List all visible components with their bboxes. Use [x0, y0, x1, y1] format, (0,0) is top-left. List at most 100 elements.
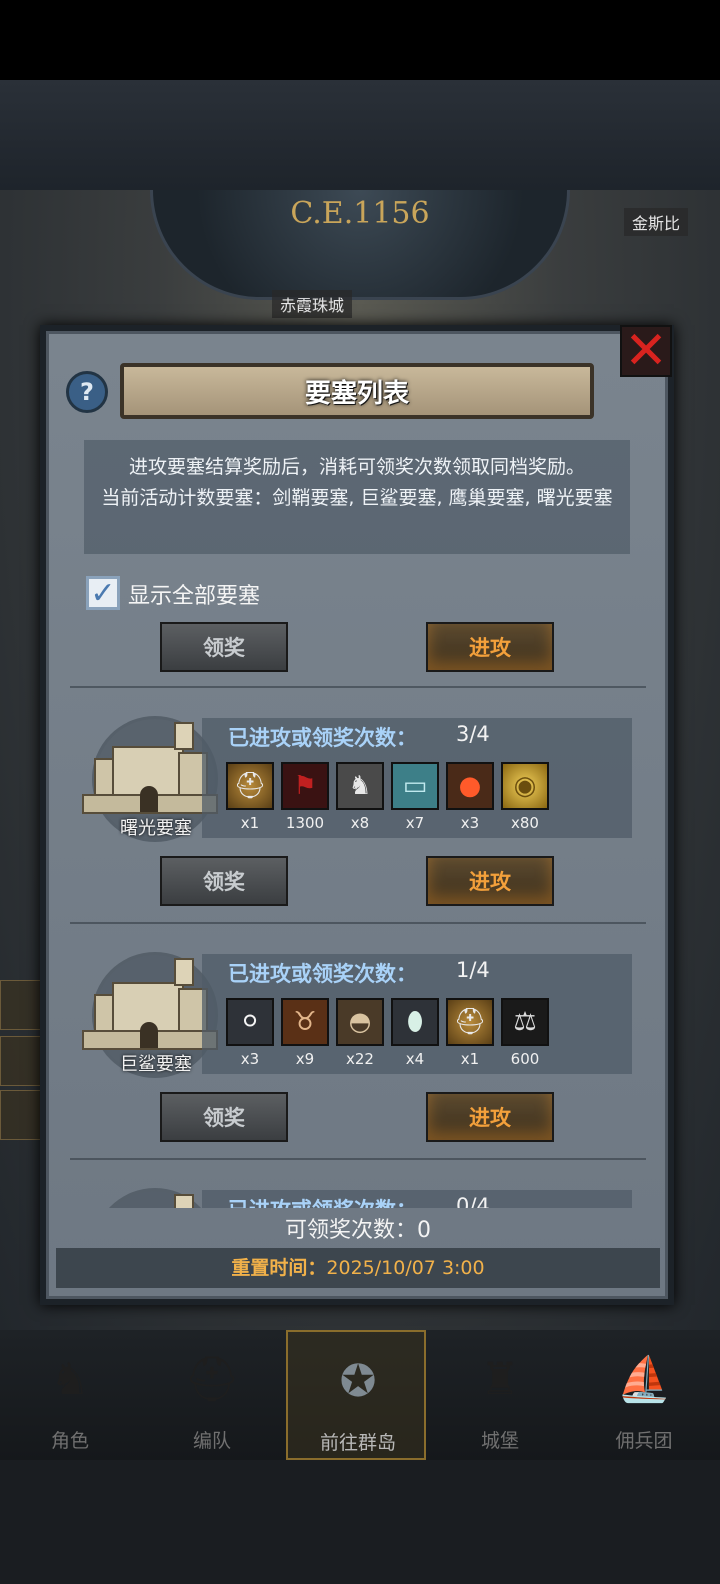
claim-button[interactable]: 领奖 [160, 622, 288, 672]
map-label-city[interactable]: 赤霞珠城 [272, 290, 353, 318]
gold-coin-icon: ◉ [501, 762, 549, 810]
reward-item[interactable]: ⛑ x1 [446, 998, 494, 1068]
side-tab[interactable] [0, 1090, 42, 1140]
reward-item[interactable]: ⬮ x4 [391, 998, 439, 1068]
show-all-checkbox[interactable]: ✓ [86, 575, 120, 611]
bottom-nav: ♞ 角色 ⛑ 编队 ✪ 前往群岛 ♜ 城堡 ⛵ 佣兵团 [0, 1330, 720, 1460]
reset-time-bar: 重置时间：2025/10/07 3:00 [56, 1248, 660, 1288]
divider [70, 1158, 646, 1160]
attack-button[interactable]: 进攻 [426, 856, 554, 906]
knight-icon: ♞ [50, 1354, 90, 1405]
reward-item[interactable]: ⚑ 1300 [281, 762, 329, 832]
castle-icon [82, 722, 222, 816]
side-tab[interactable] [0, 1036, 42, 1086]
close-x-icon: ✕ [624, 321, 668, 381]
description-line: 进攻要塞结算奖励后，消耗可领奖次数领取同档奖励。 [128, 456, 585, 478]
check-icon: ✓ [90, 575, 116, 611]
bull-icon: ♉ [281, 998, 329, 1046]
castle-icon [82, 1194, 222, 1208]
map-label-city-2[interactable]: 金斯比 [624, 208, 689, 236]
nav-tab-character[interactable]: ♞ 角色 [0, 1330, 140, 1460]
attack-count-value: 1/4 [456, 958, 490, 982]
fortress-card: 曙光要塞 已进攻或领奖次数： 3/4 ⛑ x1 ⚑ 1300 ♞ x8 ▭ x7… [56, 716, 660, 856]
attack-count-label: 已进攻或领奖次数： [228, 962, 417, 986]
reward-item[interactable]: ⚪ x3 [226, 998, 274, 1068]
scales-banner-icon: ⚖ [501, 998, 549, 1046]
claim-button[interactable]: 领奖 [160, 856, 288, 906]
egg-icon: ⬮ [391, 998, 439, 1046]
claim-button[interactable]: 领奖 [160, 1092, 288, 1142]
fortress-card: 巨鲨要塞 已进攻或领奖次数： 1/4 ⚪ x3 ♉ x9 ◓ x22 ⬮ x4 … [56, 952, 660, 1092]
nav-tab-castle[interactable]: ♜ 城堡 [430, 1330, 570, 1460]
reward-qty: x80 [511, 814, 539, 832]
castle-icon [82, 958, 222, 1052]
attack-button[interactable]: 进攻 [426, 1092, 554, 1142]
reward-item[interactable]: ◉ x80 [501, 762, 549, 832]
castle-icon: ♜ [480, 1354, 520, 1405]
reward-qty: x7 [405, 814, 425, 832]
era-label: C.E.1156 [290, 196, 430, 231]
nav-tab-islands[interactable]: ✪ 前往群岛 [286, 1330, 426, 1460]
description-box: 进攻要塞结算奖励后，消耗可领奖次数领取同档奖励。 当前活动计数要塞：剑鞘要塞, … [84, 440, 630, 554]
attack-count-value: 3/4 [456, 722, 490, 746]
reward-item[interactable]: ● x3 [446, 762, 494, 832]
reward-qty: x1 [460, 1050, 480, 1068]
helmet-icon: ⛑ [184, 1354, 240, 1405]
reward-item[interactable]: ♉ x9 [281, 998, 329, 1068]
close-button[interactable]: ✕ [620, 325, 672, 377]
description-line: 当前活动计数要塞：剑鞘要塞, 巨鲨要塞, 鹰巢要塞, 曙光要塞 [101, 487, 613, 509]
reward-item[interactable]: ▭ x7 [391, 762, 439, 832]
divider [70, 686, 646, 688]
nav-tab-label: 编队 [192, 1430, 231, 1452]
help-button[interactable]: ? [66, 371, 108, 413]
cloth-roll-icon: ▭ [391, 762, 439, 810]
dialog-title: 要塞列表 [304, 378, 409, 409]
nav-tab-label: 角色 [50, 1430, 89, 1452]
top-band [0, 80, 720, 190]
reward-qty: x1 [240, 814, 260, 832]
attack-count-label: 已进攻或领奖次数： [228, 1194, 417, 1208]
reward-qty: 1300 [285, 814, 325, 832]
nav-tab-label: 城堡 [480, 1430, 519, 1452]
red-banner-icon: ⚑ [281, 762, 329, 810]
reward-item[interactable]: ♞ x8 [336, 762, 384, 832]
fortress-name: 巨鲨要塞 [120, 1054, 192, 1075]
nav-tab-label: 前往群岛 [319, 1432, 396, 1454]
reward-qty: x22 [346, 1050, 374, 1068]
reward-qty: x4 [405, 1050, 425, 1068]
ship-icon: ⛵ [616, 1354, 672, 1405]
reward-qty: x3 [460, 814, 480, 832]
reset-time-label: 重置时间： [231, 1257, 327, 1279]
era-banner: C.E.1156 [150, 190, 570, 300]
fortress-card: 已进攻或领奖次数： 0/4 [56, 1188, 660, 1208]
reset-time-value: 2025/10/07 3:00 [326, 1257, 485, 1279]
show-all-label: 显示全部要塞 [128, 584, 261, 609]
horse-icon: ♞ [336, 762, 384, 810]
claimable-count-value: 0 [417, 1218, 431, 1243]
nav-tab-label: 佣兵团 [615, 1430, 673, 1452]
attack-count-label: 已进攻或领奖次数： [228, 726, 417, 750]
fortress-list[interactable]: 领奖 进攻 曙光要塞 已进攻或领奖次数： 3/4 ⛑ x1 ⚑ 1300 ♞ x… [56, 616, 660, 1208]
reward-item[interactable]: ⛑ x1 [226, 762, 274, 832]
attack-button[interactable]: 进攻 [426, 622, 554, 672]
claimable-count-label: 可领奖次数： [284, 1218, 417, 1243]
reward-panel: 已进攻或领奖次数： 0/4 [202, 1190, 632, 1208]
reward-qty: x3 [240, 1050, 260, 1068]
nav-tab-mercenary[interactable]: ⛵ 佣兵团 [574, 1330, 714, 1460]
nav-tab-formation[interactable]: ⛑ 编队 [142, 1330, 282, 1460]
bottom-band [0, 1460, 720, 1584]
sack-icon: ◓ [336, 998, 384, 1046]
side-tab[interactable] [0, 980, 42, 1030]
reward-panel: 已进攻或领奖次数： 3/4 ⛑ x1 ⚑ 1300 ♞ x8 ▭ x7 ● x3 [202, 718, 632, 838]
reward-item[interactable]: ◓ x22 [336, 998, 384, 1068]
reward-panel: 已进攻或领奖次数： 1/4 ⚪ x3 ♉ x9 ◓ x22 ⬮ x4 ⛑ x1 [202, 954, 632, 1074]
reward-qty: 600 [510, 1050, 540, 1068]
pearls-icon: ⚪ [226, 998, 274, 1046]
dialog-title-plate: 要塞列表 [120, 363, 594, 419]
compass-map-icon: ✪ [339, 1356, 377, 1407]
claimable-count: 可领奖次数：0 [56, 1212, 660, 1244]
question-icon: ? [80, 378, 94, 406]
helmet-medal-icon: ⛑ [226, 762, 274, 810]
helmet-medal-icon: ⛑ [446, 998, 494, 1046]
reward-item[interactable]: ⚖ 600 [501, 998, 549, 1068]
